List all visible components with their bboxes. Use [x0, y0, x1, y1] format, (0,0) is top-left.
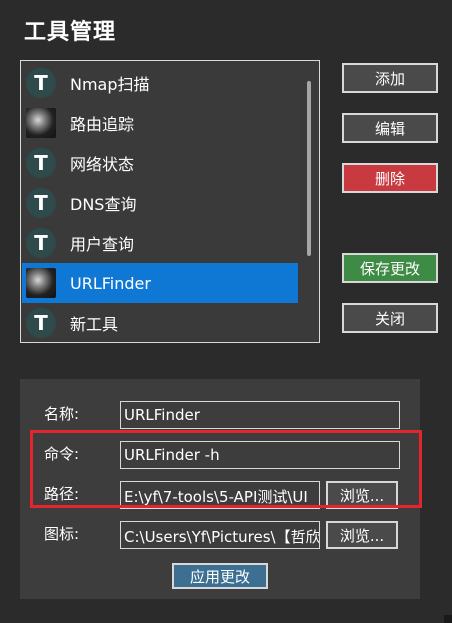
- save-button[interactable]: 保存更改: [342, 253, 438, 283]
- browse-path-button[interactable]: 浏览...: [326, 481, 398, 509]
- list-item-traceroute[interactable]: 路由追踪: [22, 103, 298, 143]
- letter-t-icon: T: [26, 188, 56, 218]
- tool-list[interactable]: T Nmap扫描 路由追踪 T 网络状态 T DNS查询 T 用户查询 URLF…: [20, 60, 320, 343]
- path-label: 路径:: [44, 485, 80, 503]
- list-scrollbar[interactable]: [307, 81, 311, 256]
- list-item-label: 用户查询: [70, 235, 135, 254]
- apply-changes-button[interactable]: 应用更改: [172, 563, 268, 589]
- image-icon: [26, 268, 56, 298]
- window-title: 工具管理: [24, 20, 117, 45]
- path-field[interactable]: E:\yf\7-tools\5-API测试\UI: [120, 481, 320, 509]
- list-item-label: 路由追踪: [70, 115, 135, 134]
- list-item-label: 网络状态: [70, 155, 135, 174]
- list-item-label: DNS查询: [70, 195, 137, 214]
- list-item-nmap[interactable]: T Nmap扫描: [22, 63, 298, 103]
- delete-button[interactable]: 删除: [342, 163, 438, 193]
- resize-grip[interactable]: [444, 615, 452, 623]
- icon-path-field[interactable]: C:\Users\Yf\Pictures\【哲欣: [120, 521, 320, 549]
- list-item-label: 新工具: [70, 315, 119, 334]
- letter-t-icon: T: [26, 148, 56, 178]
- icon-label: 图标:: [44, 525, 80, 543]
- list-item-user-query[interactable]: T 用户查询: [22, 223, 298, 263]
- image-icon: [26, 108, 56, 138]
- name-field[interactable]: URLFinder: [120, 401, 400, 429]
- list-item-label: Nmap扫描: [70, 75, 150, 94]
- list-item-urlfinder[interactable]: URLFinder: [22, 263, 298, 303]
- edit-button[interactable]: 编辑: [342, 113, 438, 143]
- list-item-new-tool[interactable]: T 新工具: [22, 303, 298, 342]
- close-button[interactable]: 关闭: [342, 303, 438, 333]
- command-label: 命令:: [44, 445, 80, 463]
- list-item-label: URLFinder: [70, 273, 151, 293]
- add-button[interactable]: 添加: [342, 63, 438, 93]
- list-item-dns[interactable]: T DNS查询: [22, 183, 298, 223]
- command-field[interactable]: URLFinder -h: [120, 441, 400, 469]
- name-label: 名称:: [44, 405, 80, 423]
- browse-icon-button[interactable]: 浏览...: [326, 521, 398, 549]
- letter-t-icon: T: [26, 228, 56, 258]
- letter-t-icon: T: [26, 68, 56, 98]
- letter-t-icon: T: [26, 308, 56, 338]
- list-item-netstat[interactable]: T 网络状态: [22, 143, 298, 183]
